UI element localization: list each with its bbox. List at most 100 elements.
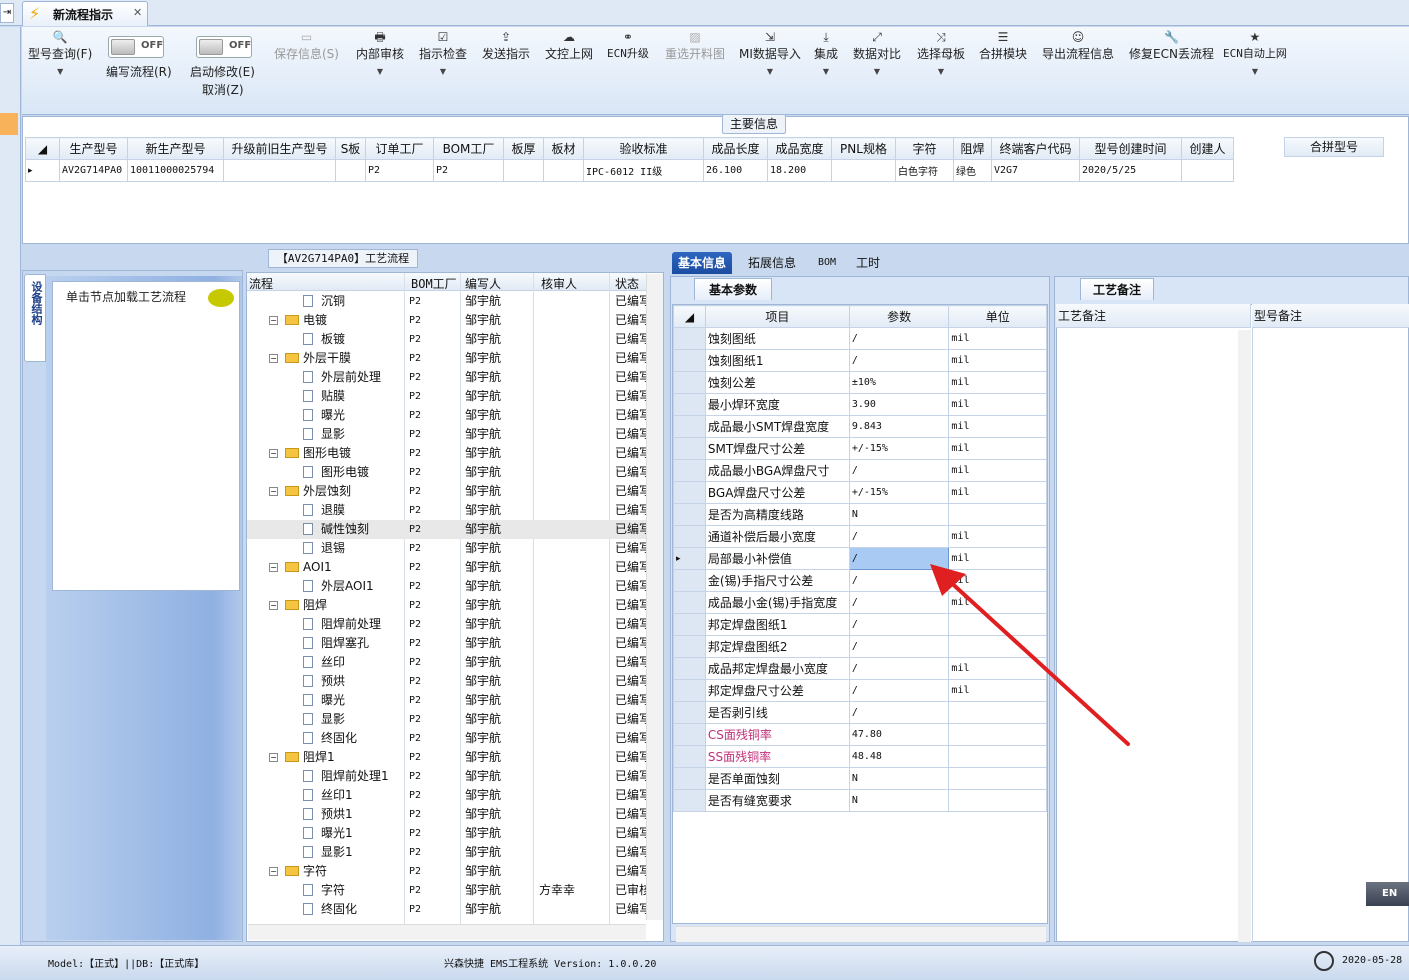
tree-row[interactable]: 字符 P2 邹宇航 方幸幸 已审核 bbox=[247, 881, 647, 900]
write-process-label[interactable]: 编写流程(R) bbox=[106, 63, 172, 80]
main-col-header[interactable]: 板材 bbox=[543, 137, 584, 160]
main-col-header[interactable]: 成品长度 bbox=[703, 137, 768, 160]
tree-row[interactable]: − 图形电镀 P2 邹宇航 已编写 bbox=[247, 444, 647, 463]
param-row[interactable]: 是否为高精度线路 N bbox=[673, 503, 1047, 526]
merge-module-button[interactable]: ☰ 合拼模块 bbox=[979, 29, 1027, 63]
main-cell[interactable] bbox=[335, 159, 366, 182]
param-row[interactable]: 通道补偿后最小宽度 / mil bbox=[673, 525, 1047, 548]
main-cell[interactable]: V2G7 bbox=[991, 159, 1080, 182]
tree-row[interactable]: 沉铜 P2 邹宇航 已编写 bbox=[247, 292, 647, 311]
data-compare-button[interactable]: ⤢ 数据对比 ▼ bbox=[853, 29, 901, 79]
tree-node[interactable]: 字符 bbox=[285, 862, 327, 881]
tree-row[interactable]: 外层AOI1 P2 邹宇航 已编写 bbox=[247, 577, 647, 596]
tree-node[interactable]: 字符 bbox=[303, 881, 345, 900]
param-row[interactable]: 成品最小BGA焊盘尺寸 / mil bbox=[673, 459, 1047, 482]
main-col-header[interactable]: 创建人 bbox=[1181, 137, 1234, 160]
tree-node[interactable]: 阻焊前处理1 bbox=[303, 767, 389, 786]
param-value[interactable]: ±10% bbox=[848, 371, 950, 394]
collapse-toggle-icon[interactable]: − bbox=[269, 601, 278, 610]
main-col-header[interactable]: 阻焊 bbox=[953, 137, 992, 160]
chevron-down-icon[interactable]: ▼ bbox=[1223, 65, 1287, 79]
tree-node[interactable]: 外层蚀刻 bbox=[285, 482, 351, 501]
tree-node[interactable]: 阻焊前处理 bbox=[303, 615, 381, 634]
param-value[interactable]: 3.90 bbox=[848, 393, 950, 416]
tree-row[interactable]: 丝印1 P2 邹宇航 已编写 bbox=[247, 786, 647, 805]
main-cell[interactable] bbox=[543, 159, 584, 182]
main-col-header[interactable]: 生产型号 bbox=[59, 137, 128, 160]
tree-node[interactable]: 阻焊 bbox=[285, 596, 327, 615]
tree-row[interactable]: 阻焊前处理 P2 邹宇航 已编写 bbox=[247, 615, 647, 634]
tree-row[interactable]: 外层前处理 P2 邹宇航 已编写 bbox=[247, 368, 647, 387]
tab-process-notes[interactable]: 工艺备注 bbox=[1080, 278, 1154, 300]
tree-row[interactable]: 预烘 P2 邹宇航 已编写 bbox=[247, 672, 647, 691]
tree-row[interactable]: 图形电镀 P2 邹宇航 已编写 bbox=[247, 463, 647, 482]
param-row[interactable]: 蚀刻图纸 / mil bbox=[673, 327, 1047, 350]
tree-row[interactable]: − 字符 P2 邹宇航 已编写 bbox=[247, 862, 647, 881]
repair-ecn-button[interactable]: 🔧 修复ECN丢流程 bbox=[1129, 29, 1214, 63]
tree-node[interactable]: 曝光1 bbox=[303, 824, 353, 843]
tree-node[interactable]: 显影 bbox=[303, 710, 345, 729]
doc-control-upload-button[interactable]: ☁ 文控上网 bbox=[545, 29, 593, 63]
param-value[interactable]: N bbox=[848, 767, 950, 790]
ime-language-badge[interactable]: EN bbox=[1366, 882, 1409, 906]
tab-extended-info[interactable]: 拓展信息 bbox=[742, 252, 802, 274]
tab-new-process-instruction[interactable]: ⚡ 新流程指示 ✕ bbox=[22, 1, 148, 26]
chevron-down-icon[interactable]: ▼ bbox=[814, 65, 838, 79]
tree-row[interactable]: − 外层蚀刻 P2 邹宇航 已编写 bbox=[247, 482, 647, 501]
vertical-scrollbar[interactable] bbox=[646, 274, 663, 920]
tree-node[interactable]: 图形电镀 bbox=[303, 463, 369, 482]
param-row[interactable]: 蚀刻图纸1/mil bbox=[673, 349, 1047, 372]
param-row[interactable]: 成品最小SMT焊盘宽度 9.843 mil bbox=[673, 415, 1047, 438]
tree-row[interactable]: 曝光 P2 邹宇航 已编写 bbox=[247, 406, 647, 425]
tree-node[interactable]: 外层干膜 bbox=[285, 349, 351, 368]
tab-basic-params[interactable]: 基本参数 bbox=[694, 278, 772, 300]
select-mother-board-button[interactable]: ⤨ 选择母板 ▼ bbox=[917, 29, 965, 79]
main-col-header[interactable]: 字符 bbox=[895, 137, 954, 160]
collapse-toggle-icon[interactable]: − bbox=[269, 449, 278, 458]
tree-row[interactable]: 预烘1 P2 邹宇航 已编写 bbox=[247, 805, 647, 824]
tree-row[interactable]: − 阻焊 P2 邹宇航 已编写 bbox=[247, 596, 647, 615]
main-cell[interactable]: 白色字符 bbox=[895, 159, 954, 182]
main-cell[interactable] bbox=[831, 159, 896, 182]
tree-node[interactable]: AOI1 bbox=[285, 558, 332, 577]
main-cell[interactable]: P2 bbox=[433, 159, 504, 182]
main-col-header[interactable]: 验收标准 bbox=[583, 137, 704, 160]
internal-review-button[interactable]: 🖶 内部审核 ▼ bbox=[356, 29, 404, 79]
tree-node[interactable]: 显影1 bbox=[303, 843, 353, 862]
tree-node[interactable]: 外层前处理 bbox=[303, 368, 381, 387]
sidebar-marker[interactable] bbox=[0, 113, 18, 135]
main-cell[interactable]: 10011000025794 bbox=[127, 159, 224, 182]
tab-basic-info[interactable]: 基本信息 bbox=[672, 252, 733, 274]
tree-row[interactable]: 碱性蚀刻 P2 邹宇航 已编写 bbox=[247, 520, 647, 539]
tree-row[interactable]: 板镀 P2 邹宇航 已编写 bbox=[247, 330, 647, 349]
save-info-button[interactable]: ▭ 保存信息(S) bbox=[274, 29, 339, 63]
header-checker[interactable]: 核审人 bbox=[541, 275, 577, 292]
main-cell[interactable]: 2020/5/25 bbox=[1079, 159, 1182, 182]
tree-row[interactable]: − 外层干膜 P2 邹宇航 已编写 bbox=[247, 349, 647, 368]
param-value[interactable]: / bbox=[848, 349, 950, 372]
tree-row[interactable]: 显影 P2 邹宇航 已编写 bbox=[247, 425, 647, 444]
tree-row[interactable]: 显影1 P2 邹宇航 已编写 bbox=[247, 843, 647, 862]
tree-node[interactable]: 图形电镀 bbox=[285, 444, 351, 463]
chevron-down-icon[interactable]: ▼ bbox=[739, 65, 801, 79]
param-value[interactable]: / bbox=[848, 327, 950, 350]
param-value[interactable]: +/-15% bbox=[848, 481, 950, 504]
tree-row[interactable]: 终固化 P2 邹宇航 已编写 bbox=[247, 900, 647, 919]
main-col-header[interactable]: S板 bbox=[335, 137, 366, 160]
header-unit[interactable]: 单位 bbox=[948, 305, 1047, 328]
tree-node[interactable]: 碱性蚀刻 bbox=[303, 520, 369, 539]
main-col-header[interactable]: PNL规格 bbox=[831, 137, 896, 160]
param-row[interactable]: 是否有缝宽要求 N bbox=[673, 789, 1047, 812]
tab-bom[interactable]: BOM bbox=[812, 252, 842, 274]
tree-node[interactable]: 丝印1 bbox=[303, 786, 353, 805]
collapse-toggle-icon[interactable]: − bbox=[269, 867, 278, 876]
tree-row[interactable]: 终固化 P2 邹宇航 已编写 bbox=[247, 729, 647, 748]
header-flow[interactable]: 流程 bbox=[249, 275, 273, 292]
param-value[interactable]: N bbox=[848, 789, 950, 812]
tree-row[interactable]: 曝光1 P2 邹宇航 已编写 bbox=[247, 824, 647, 843]
main-cell[interactable]: 26.100 bbox=[703, 159, 768, 182]
send-instruction-button[interactable]: ⇪ 发送指示 bbox=[482, 29, 530, 63]
tree-node[interactable]: 预烘 bbox=[303, 672, 345, 691]
horizontal-scrollbar[interactable] bbox=[248, 924, 646, 940]
equipment-node-box[interactable] bbox=[52, 281, 240, 591]
